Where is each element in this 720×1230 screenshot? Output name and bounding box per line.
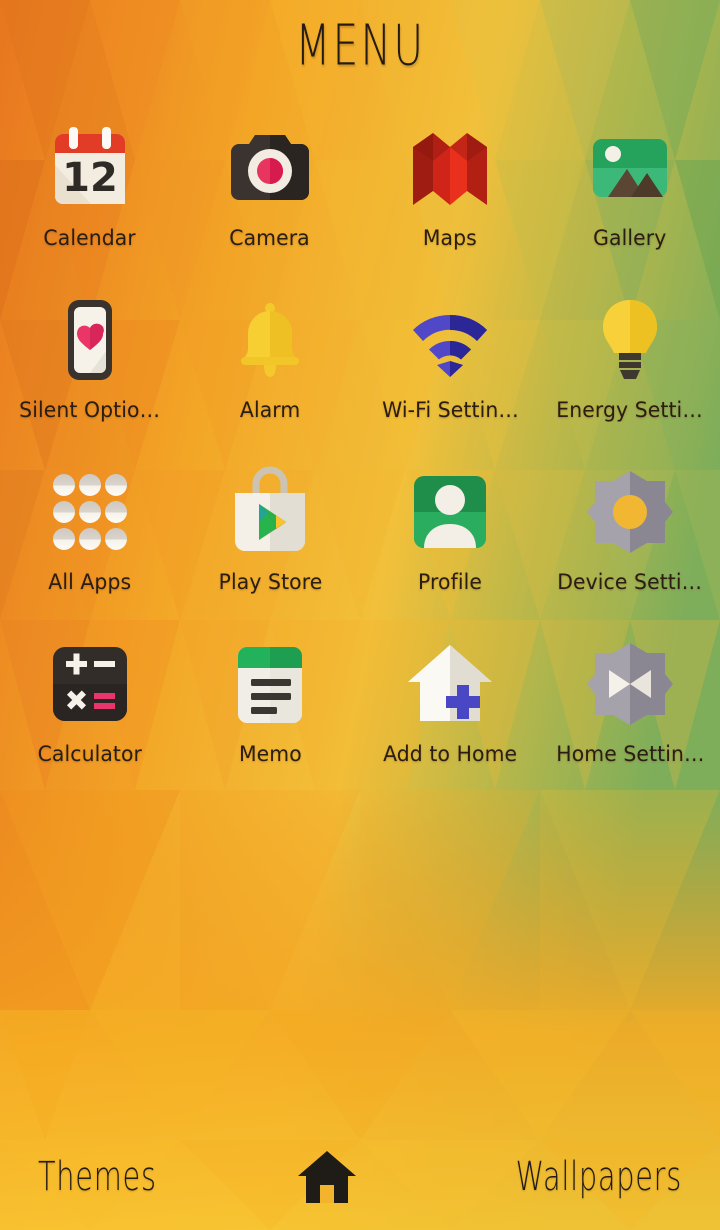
menu-header: MENU xyxy=(0,0,720,92)
maps-icon xyxy=(400,118,500,218)
calendar-icon: 12 xyxy=(40,118,140,218)
app-label: Energy Setti… xyxy=(556,398,704,422)
page-title: MENU xyxy=(294,13,426,79)
app-memo[interactable]: Memo xyxy=(180,626,360,798)
lightbulb-icon xyxy=(580,290,680,390)
app-label: Device Setti… xyxy=(557,570,703,594)
app-label: Alarm xyxy=(239,398,301,422)
app-label: Play Store xyxy=(218,570,322,594)
gallery-icon xyxy=(580,118,680,218)
app-label: Memo xyxy=(238,742,302,766)
app-energy-settings[interactable]: Energy Setti… xyxy=(540,282,720,454)
app-camera[interactable]: Camera xyxy=(180,110,360,282)
app-label: Calculator xyxy=(37,742,143,766)
themes-button[interactable]: Themes xyxy=(38,1154,157,1200)
launcher-screen: MENU 12 Calendar Camera Maps Gallery Sil… xyxy=(0,0,720,1230)
app-add-to-home[interactable]: Add to Home xyxy=(360,626,540,798)
app-label: Maps xyxy=(422,226,477,250)
app-alarm[interactable]: Alarm xyxy=(180,282,360,454)
app-silent-options[interactable]: Silent Optio… xyxy=(0,282,180,454)
app-play-store[interactable]: Play Store xyxy=(180,454,360,626)
app-device-settings[interactable]: Device Setti… xyxy=(540,454,720,626)
app-gallery[interactable]: Gallery xyxy=(540,110,720,282)
wallpapers-button[interactable]: Wallpapers xyxy=(516,1154,682,1200)
play-store-icon xyxy=(220,462,320,562)
app-calculator[interactable]: Calculator xyxy=(0,626,180,798)
app-label: Add to Home xyxy=(382,742,518,766)
app-label: All Apps xyxy=(48,570,132,594)
gear-icon xyxy=(580,462,680,562)
app-grid: 12 Calendar Camera Maps Gallery Silent O… xyxy=(0,110,720,798)
profile-icon xyxy=(400,462,500,562)
silent-options-icon xyxy=(40,290,140,390)
app-label: Home Settin… xyxy=(555,742,705,766)
alarm-bell-icon xyxy=(220,290,320,390)
add-to-home-icon xyxy=(400,634,500,734)
app-label: Calendar xyxy=(43,226,137,250)
wifi-icon xyxy=(400,290,500,390)
app-label: Profile xyxy=(417,570,483,594)
app-maps[interactable]: Maps xyxy=(360,110,540,282)
app-all-apps[interactable]: All Apps xyxy=(0,454,180,626)
all-apps-grid-icon xyxy=(40,462,140,562)
app-calendar[interactable]: 12 Calendar xyxy=(0,110,180,282)
calendar-day: 12 xyxy=(62,155,118,201)
app-label: Silent Optio… xyxy=(19,398,161,422)
app-profile[interactable]: Profile xyxy=(360,454,540,626)
app-home-settings[interactable]: Home Settin… xyxy=(540,626,720,798)
bottom-dock: Themes Wallpapers xyxy=(0,1134,720,1230)
app-label: Gallery xyxy=(593,226,667,250)
home-icon[interactable] xyxy=(292,1147,362,1207)
app-wifi-settings[interactable]: Wi-Fi Settin… xyxy=(360,282,540,454)
app-label: Wi-Fi Settin… xyxy=(381,398,519,422)
memo-icon xyxy=(220,634,320,734)
camera-icon xyxy=(220,118,320,218)
calculator-icon xyxy=(40,634,140,734)
app-label: Camera xyxy=(229,226,311,250)
home-settings-gear-icon xyxy=(580,634,680,734)
